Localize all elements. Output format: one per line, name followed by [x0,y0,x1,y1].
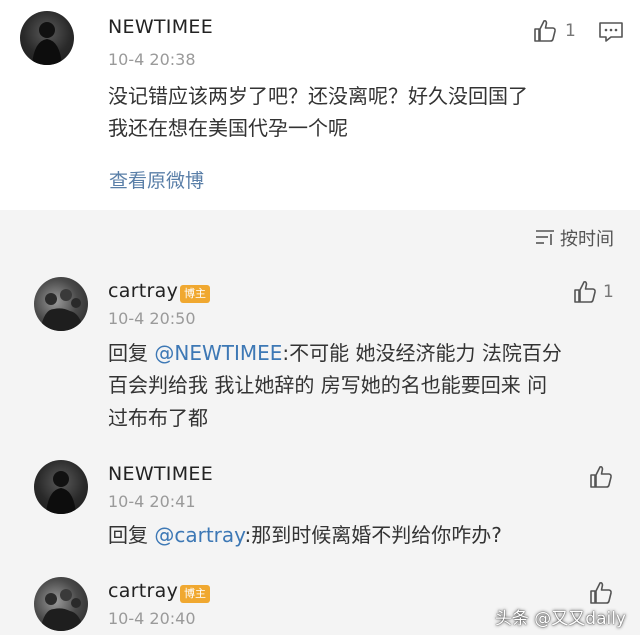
blogger-badge: 博主 [180,585,210,603]
thumbs-up-icon[interactable] [588,464,614,490]
comment-icon[interactable] [598,20,624,44]
reply-prefix: 回复 [108,523,155,547]
like-count: 1 [603,282,614,302]
thumbs-up-icon[interactable] [588,580,614,606]
reply-text: :那到时候离婚不判给你咋办? [244,523,502,547]
comment-text-line-1: 没记错应该两岁了吧？还没离呢？好久没回国了 [108,84,528,108]
main-comment: NEWTIMEE 10-4 20:38 1 没记错应该两岁了吧？还没离呢？好久没… [0,0,640,210]
reply-text: :不可能 她没经济能力 法院百分 [282,341,562,365]
avatar[interactable] [34,460,88,514]
watermark: 头条 @又又daily [494,609,626,629]
reply-text-line-2: 百会判给我 我让她辞的 房写她的名也能要回来 问 [108,373,548,397]
mention-link[interactable]: @cartray [154,523,244,547]
comment-author[interactable]: NEWTIMEE [108,16,213,38]
reply-author[interactable]: cartray [108,580,178,602]
reply-author[interactable]: cartray [108,280,178,302]
reply-prefix: 回复 [108,341,155,365]
reply-text-line-1: 回复 @NEWTIMEE:不可能 她没经济能力 法院百分 [108,336,562,370]
avatar[interactable] [34,577,88,631]
reply-time: 10-4 20:40 [108,609,196,628]
sort-icon[interactable] [535,228,555,246]
reply-time: 10-4 20:50 [108,309,196,328]
view-original-weibo-link[interactable]: 查看原微博 [109,166,204,193]
replies-section: 按时间 cartray 博主 10-4 20:50 1 回复 @NEWTIMEE… [0,210,640,635]
avatar[interactable] [34,277,88,331]
reply-text-line-3: 过布布了都 [108,406,208,430]
reply-text-line-1: 回复 @cartray:那到时候离婚不判给你咋办? [108,518,502,552]
thumbs-up-icon[interactable] [532,18,558,44]
person-silhouette-icon [32,22,62,65]
group-photo-icon [40,589,84,631]
reply-time: 10-4 20:41 [108,492,196,511]
avatar[interactable] [20,11,74,65]
group-photo-icon [40,289,84,331]
reply-author[interactable]: NEWTIMEE [108,463,213,485]
comment-time: 10-4 20:38 [108,50,196,69]
thumbs-up-icon[interactable] [572,279,598,305]
mention-link[interactable]: @NEWTIMEE [154,341,282,365]
blogger-badge: 博主 [180,285,210,303]
like-count: 1 [565,21,576,41]
comment-text-line-2: 我还在想在美国代孕一个呢 [108,116,348,140]
sort-by-time-button[interactable]: 按时间 [560,225,614,251]
person-silhouette-icon [46,471,76,514]
